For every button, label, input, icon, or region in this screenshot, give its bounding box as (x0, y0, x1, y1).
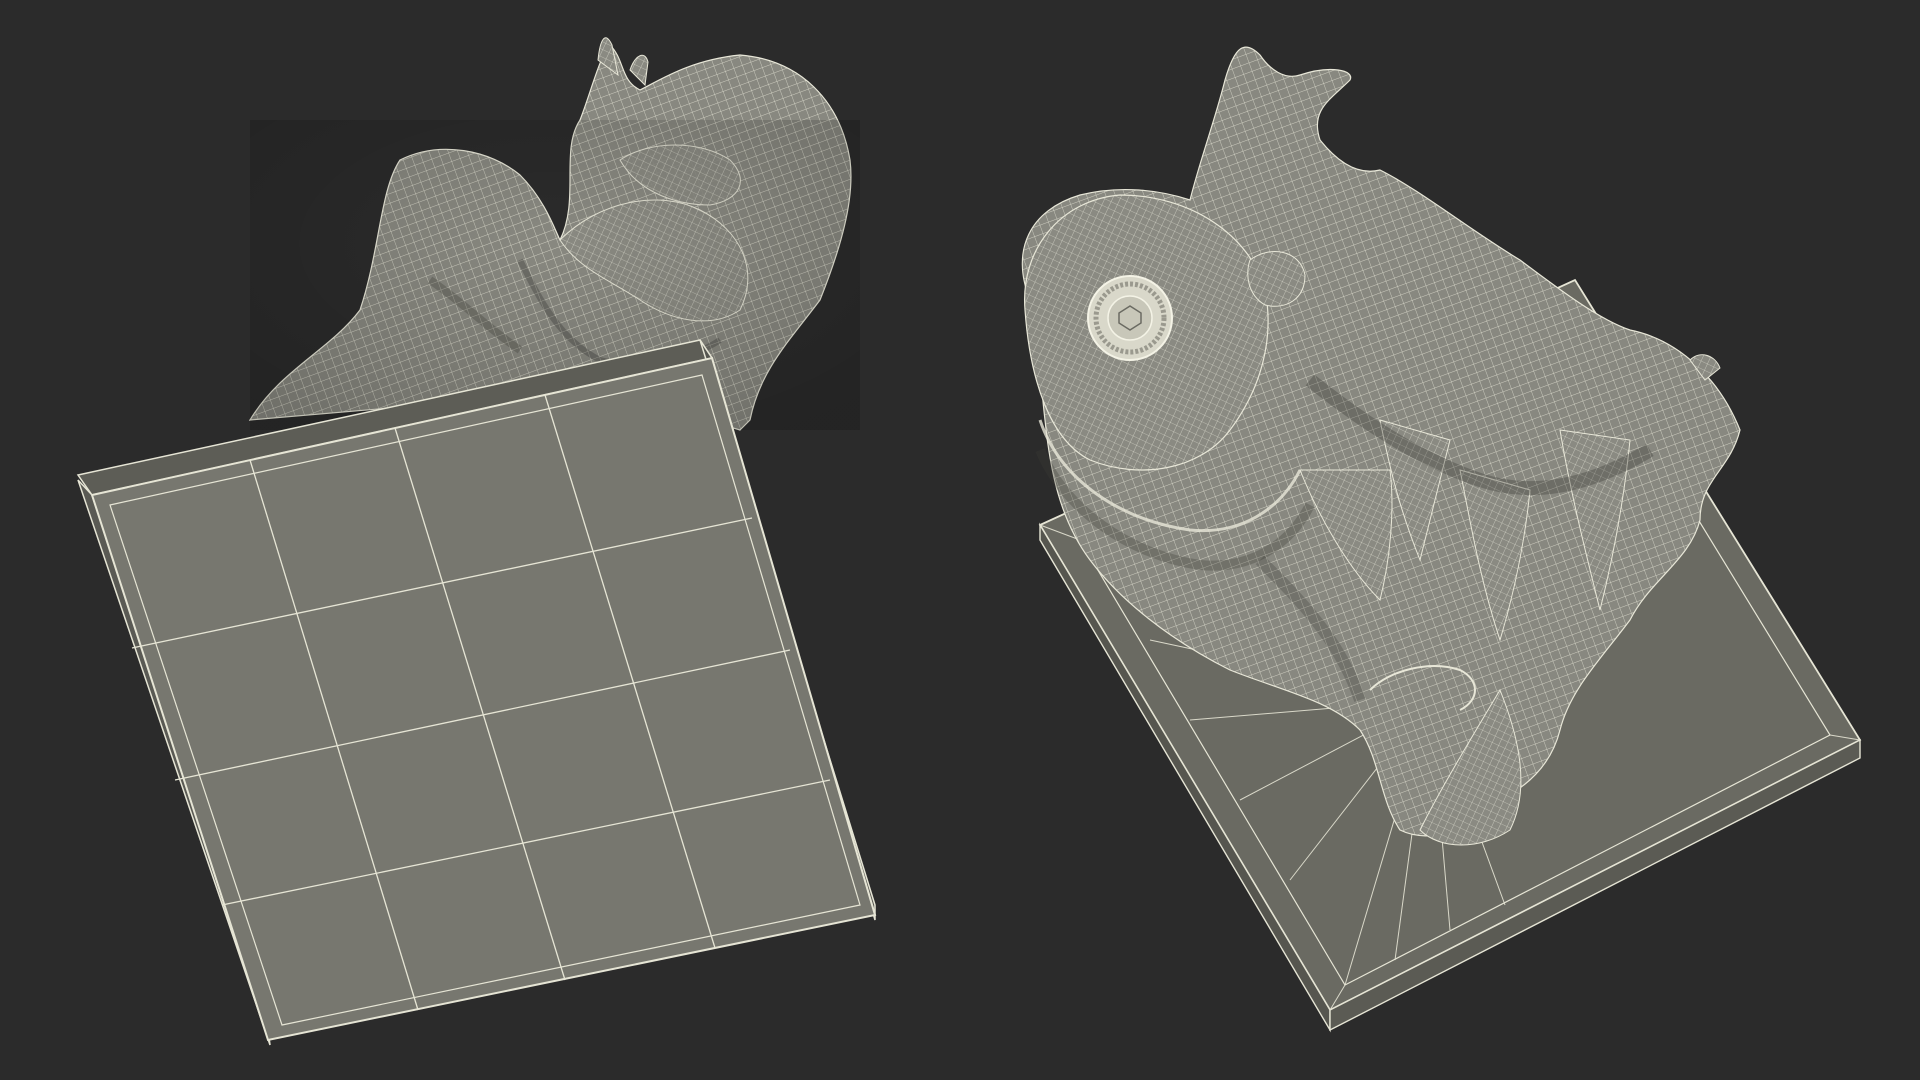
left-base-slab (76, 339, 877, 1046)
viewport (0, 0, 1920, 1080)
gear-disc (1087, 275, 1173, 361)
right-view (1021, 46, 1862, 1033)
scene-canvas (76, 37, 1862, 1046)
left-view (76, 37, 877, 1046)
